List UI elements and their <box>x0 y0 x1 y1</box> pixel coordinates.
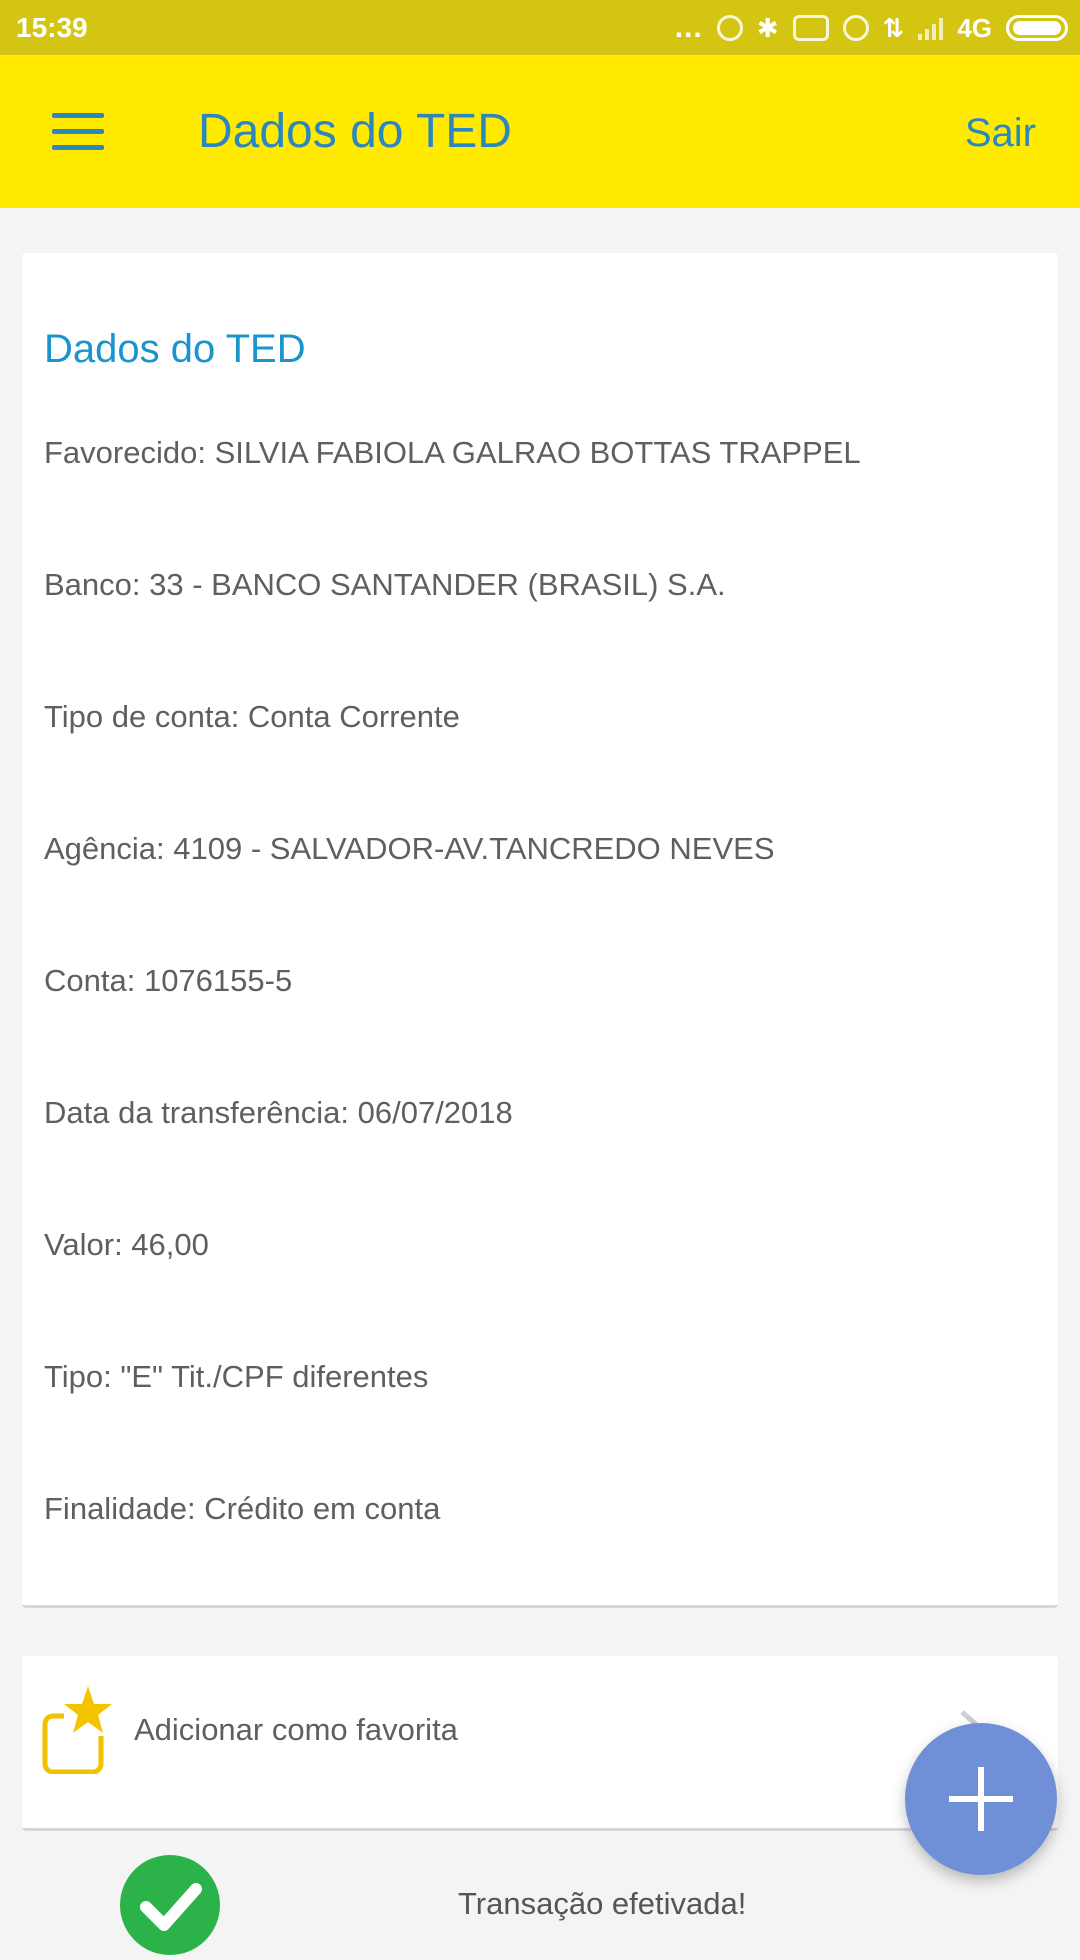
fab-add-button[interactable] <box>905 1723 1057 1875</box>
page-title: Dados do TED <box>198 105 512 158</box>
data-transfer-icon: ⇅ <box>882 12 905 43</box>
add-favorite-label: Adicionar como favorita <box>134 1712 458 1747</box>
plus-icon-vertical <box>978 1767 984 1831</box>
ted-details-card: Dados do TED Favorecido: SILVIA FABIOLA … <box>22 253 1058 1608</box>
field-favorecido: Favorecido: SILVIA FABIOLA GALRAO BOTTAS… <box>44 435 861 470</box>
field-valor: Valor: 46,00 <box>44 1227 209 1262</box>
bluetooth-icon: ✱ <box>756 12 779 43</box>
app-toolbar: Dados do TED Sair <box>0 55 1080 208</box>
field-finalidade: Finalidade: Crédito em conta <box>44 1491 441 1526</box>
check-circle-icon <box>120 1855 220 1955</box>
field-agencia: Agência: 4109 - SALVADOR-AV.TANCREDO NEV… <box>44 831 775 866</box>
star-favorite-icon <box>42 1686 112 1774</box>
battery-icon <box>1006 15 1068 41</box>
hamburger-menu-icon[interactable] <box>40 105 104 159</box>
signal-icon <box>918 16 944 40</box>
notification-dots-icon: ... <box>674 11 703 44</box>
field-tipo: Tipo: "E" Tit./CPF diferentes <box>44 1359 429 1394</box>
card-title: Dados do TED <box>44 327 306 371</box>
transaction-success-message: Transação efetivada! <box>458 1886 747 1921</box>
status-bar: 15:39 ... ✱ ⇅ 4G <box>0 0 1080 55</box>
field-conta: Conta: 1076155-5 <box>44 963 293 998</box>
vibrate-icon <box>792 15 829 41</box>
logout-button[interactable]: Sair <box>965 105 1036 161</box>
field-banco: Banco: 33 - BANCO SANTANDER (BRASIL) S.A… <box>44 567 726 602</box>
alarm-icon <box>842 15 869 41</box>
network-type: 4G <box>957 12 992 43</box>
field-tipo-conta: Tipo de conta: Conta Corrente <box>44 699 460 734</box>
add-favorite-button[interactable]: Adicionar como favorita <box>22 1656 1058 1831</box>
status-time: 15:39 <box>16 12 88 43</box>
field-data-transferencia: Data da transferência: 06/07/2018 <box>44 1095 513 1130</box>
status-icons: ... ✱ ⇅ 4G <box>675 8 1068 48</box>
hotspot-icon <box>716 15 743 41</box>
